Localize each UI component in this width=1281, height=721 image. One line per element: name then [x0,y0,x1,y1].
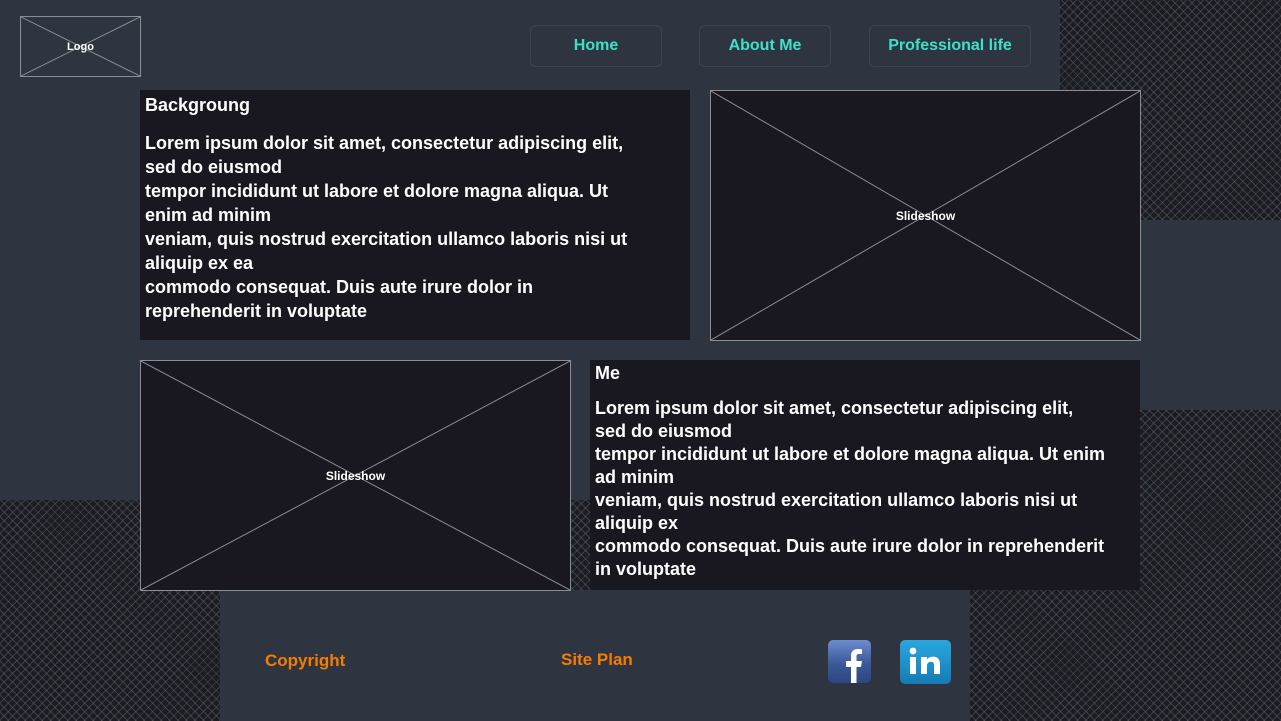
text-line: aliquip ex [595,513,679,533]
facebook-icon [846,649,862,683]
text-line: Lorem ipsum dolor sit amet, consectetur … [145,133,624,153]
text-line: enim ad minim [145,205,272,225]
nav-home-button[interactable]: Home [530,25,662,67]
text-line: tempor incididunt ut labore et dolore ma… [595,444,1106,464]
background-heading: Backgroung [145,95,251,115]
background-text: Lorem ipsum dolor sit amet, consectetur … [145,131,690,323]
copyright-link[interactable]: Copyright [265,651,345,671]
facebook-button[interactable] [828,640,871,683]
text-line: sed do eiusmod [145,157,283,177]
text-line: commodo consequat. Duis aute irure dolor… [145,277,534,297]
me-text: Lorem ipsum dolor sit amet, consectetur … [595,397,1140,581]
linkedin-icon [909,647,940,674]
text-line: veniam, quis nostrud exercitation ullamc… [595,490,1078,510]
me-heading: Me [595,363,621,383]
logo-placeholder[interactable]: Logo [20,16,141,77]
linkedin-button[interactable] [900,640,951,684]
text-line: reprehenderit in voluptate [145,301,368,321]
slideshow-label: Slideshow [325,468,386,483]
text-line: commodo consequat. Duis aute irure dolor… [595,536,1105,556]
text-line: Lorem ipsum dolor sit amet, consectetur … [595,398,1074,418]
text-line: in voluptate [595,559,697,579]
slideshow-bottom[interactable]: Slideshow [140,360,571,591]
nav-about-me-button[interactable]: About Me [699,25,831,67]
logo-label: Logo [67,40,94,53]
nav-professional-life-button[interactable]: Professional life [869,25,1031,67]
text-line: veniam, quis nostrud exercitation ullamc… [145,229,628,249]
slideshow-label: Slideshow [895,208,956,223]
text-line: sed do eiusmod [595,421,733,441]
site-plan-link[interactable]: Site Plan [561,650,633,670]
text-line: ad minim [595,467,675,487]
text-line: tempor incididunt ut labore et dolore ma… [145,181,609,201]
text-line: aliquip ex ea [145,253,254,273]
slideshow-top[interactable]: Slideshow [710,90,1141,341]
